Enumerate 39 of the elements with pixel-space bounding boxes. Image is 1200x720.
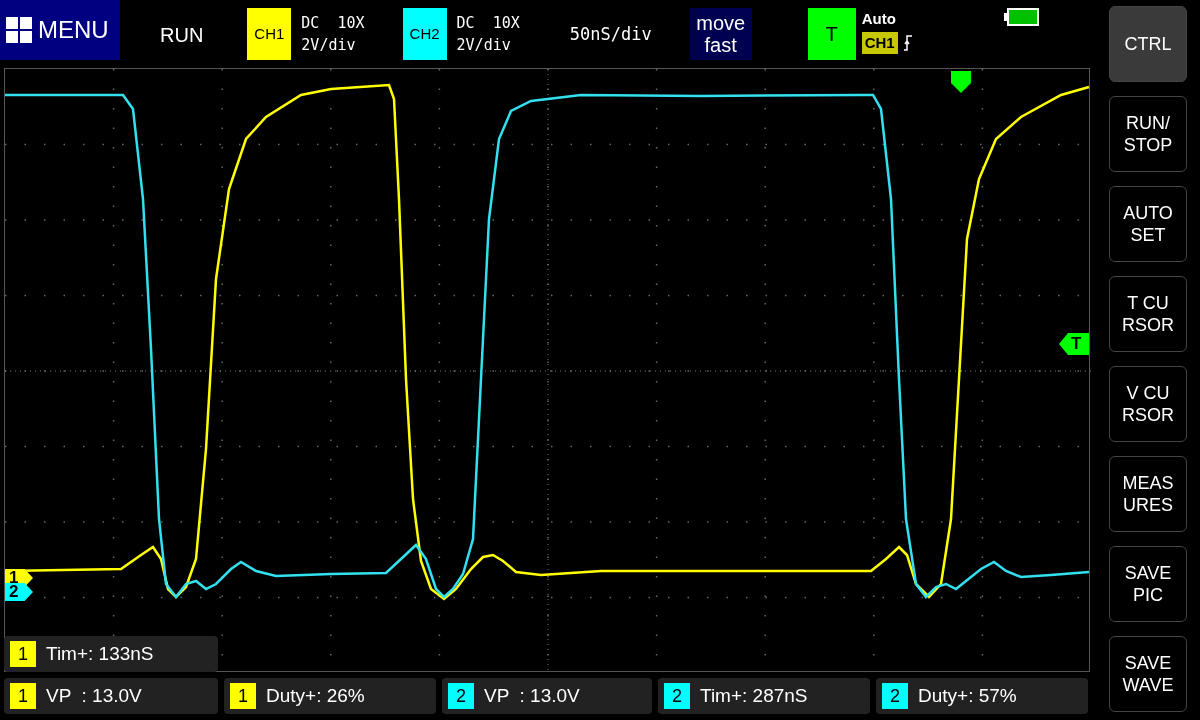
channel-number-badge: 1 [230,683,256,709]
menu-button[interactable]: MENU [0,0,120,60]
timebase: 50nS/div [569,23,652,46]
channel-marker: 2 [5,583,33,601]
trigger-position-marker [951,71,971,93]
channel-badge[interactable]: CH2 [402,8,447,60]
measurement-value: VP : 13.0V [46,683,142,708]
trigger-level-marker[interactable]: T [1059,333,1089,355]
trigger-button[interactable]: T [807,8,856,60]
side-menu-button[interactable]: SAVE WAVE [1109,636,1187,712]
side-menu-button[interactable]: CTRL [1109,6,1187,82]
channel-number-badge: 2 [882,683,908,709]
measurement-value: Duty+: 26% [266,683,365,708]
trigger-source: CH1 [861,32,898,54]
channel-number-badge: 1 [10,641,36,667]
channel-scale: 2V/div [301,35,357,56]
side-menu-button[interactable]: V CU RSOR [1109,366,1187,442]
channel-badge[interactable]: CH1 [247,8,292,60]
side-menu-button[interactable]: SAVE PIC [1109,546,1187,622]
side-menu-button[interactable]: RUN/ STOP [1109,96,1187,172]
channel-scale: 2V/div [456,35,512,56]
measurement-value: Tim+: 287nS [700,683,808,708]
side-menu-button[interactable]: MEAS URES [1109,456,1187,532]
side-menu-button[interactable]: T CU RSOR [1109,276,1187,352]
channel-coupling: DC 10X [301,13,365,34]
move-mode-button[interactable]: move fast [689,8,752,60]
measurement-value: VP : 13.0V [484,683,580,708]
channel-number-badge: 2 [448,683,474,709]
channel-coupling: DC 10X [456,13,520,34]
run-status: RUN [160,23,204,48]
channel-number-badge: 1 [10,683,36,709]
measurement-value: Duty+: 57% [918,683,1017,708]
channel-number-badge: 2 [664,683,690,709]
battery-icon [1003,8,1039,26]
measurement-value: Tim+: 133nS [46,641,154,666]
rising-edge-icon [903,35,912,51]
grid-menu-icon [6,17,32,43]
side-menu-button[interactable]: AUTO SET [1109,186,1187,262]
trigger-mode: Auto [861,10,897,28]
